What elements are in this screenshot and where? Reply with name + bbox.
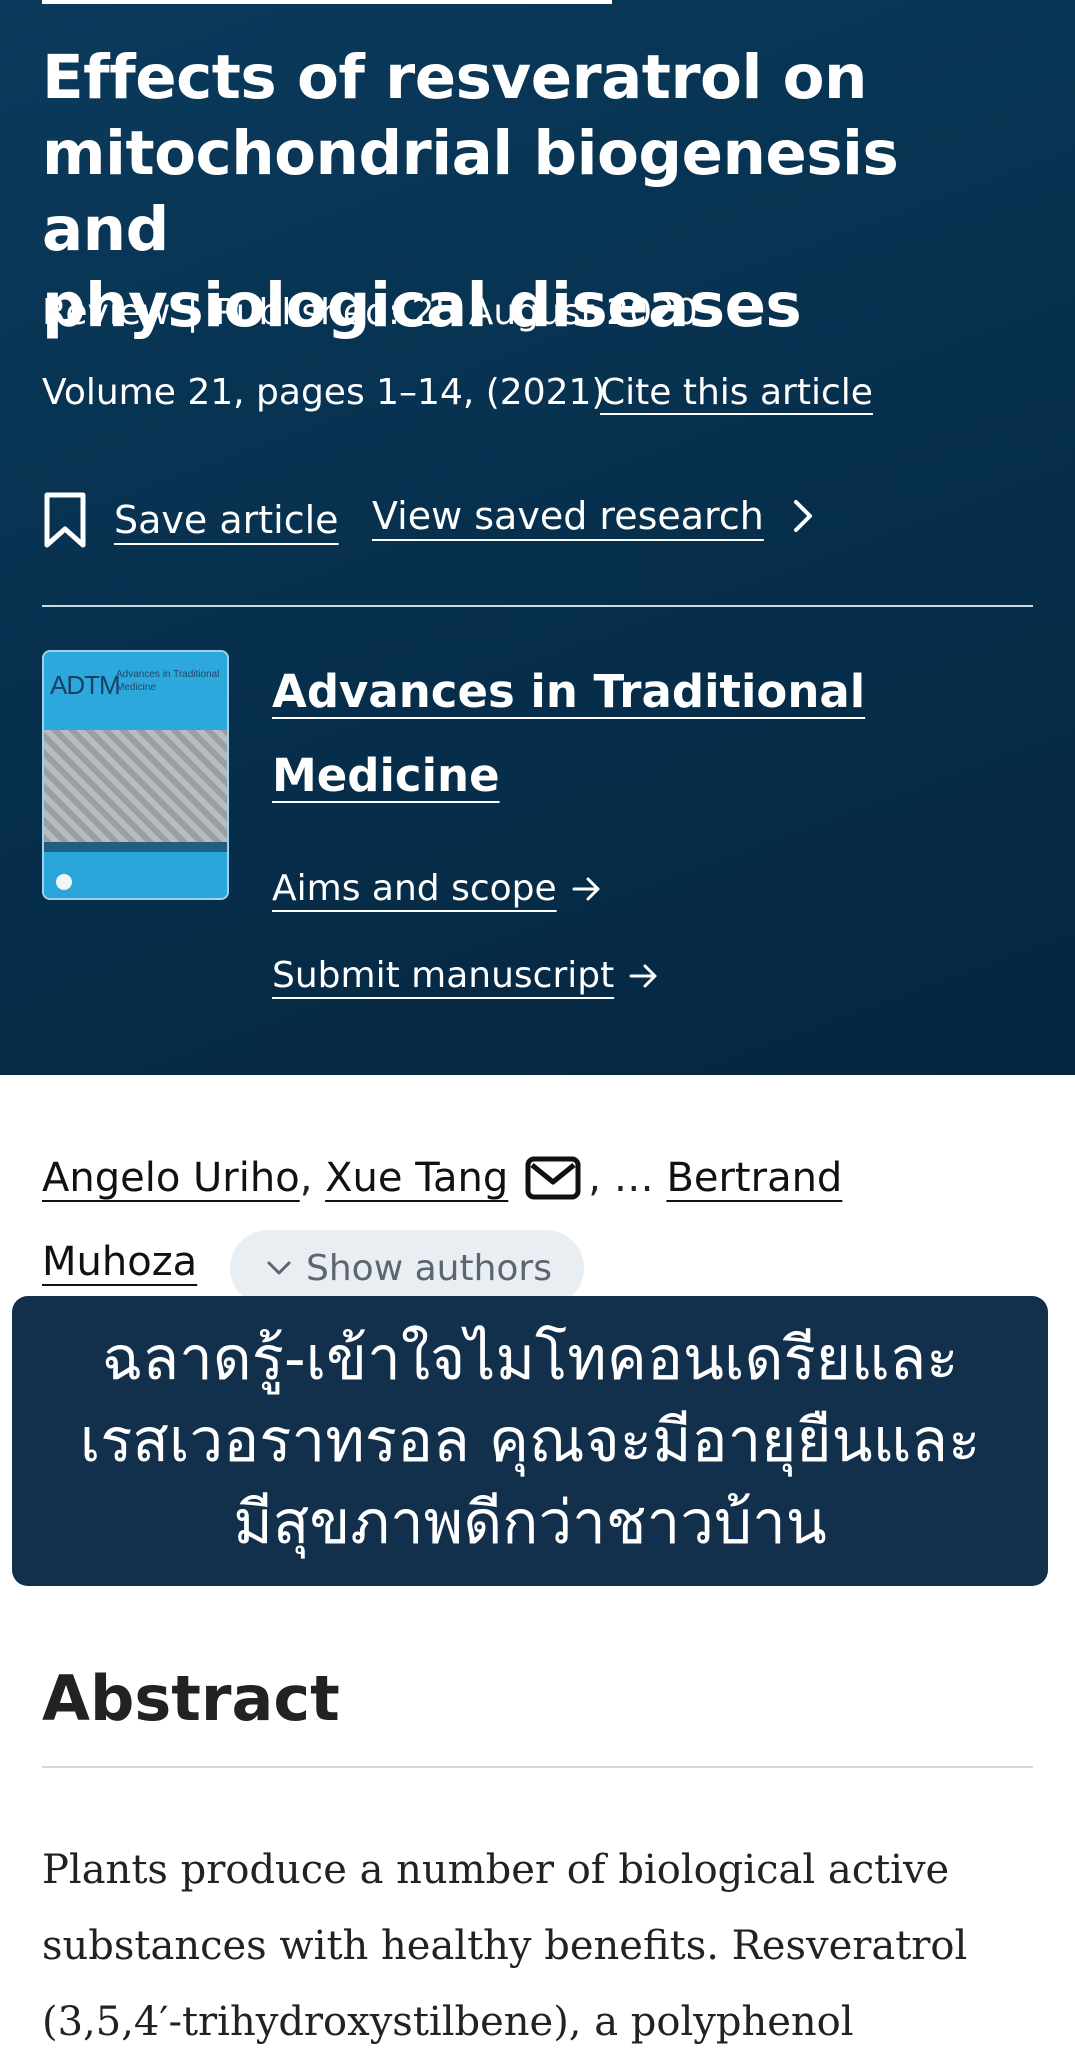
author-link-1[interactable]: Angelo Uriho bbox=[42, 1155, 300, 1201]
author-link-last-surname[interactable]: Muhoza bbox=[42, 1239, 197, 1285]
author-link-last[interactable]: Bertrand bbox=[666, 1155, 842, 1201]
abstract-divider bbox=[42, 1766, 1033, 1768]
author-link-2[interactable]: Xue Tang bbox=[325, 1155, 508, 1201]
arrow-right-icon bbox=[629, 964, 657, 987]
mail-icon[interactable] bbox=[524, 1155, 582, 1201]
abstract-line-2: substances with healthy benefits. Resver… bbox=[42, 1923, 968, 1969]
author-line-2: Muhoza bbox=[42, 1234, 197, 1290]
author-line-1: Angelo Uriho , Xue Tang , … Bertrand bbox=[42, 1155, 843, 1201]
article-meta: Review | Published: 25 August 2020 bbox=[42, 292, 698, 333]
view-saved-label: View saved research bbox=[372, 494, 764, 538]
journal-name-link[interactable]: Advances in Traditional Medicine bbox=[272, 650, 892, 818]
abstract-line-3: (3,5,4′-trihydroxystilbene), a polypheno… bbox=[42, 1999, 854, 2045]
chevron-down-icon bbox=[267, 1261, 291, 1275]
overlay-line-1: ฉลาดรู้-เข้าใจไมโทคอนเดรียและ bbox=[101, 1324, 959, 1394]
journal-cover-image[interactable]: ADTM Advances in Traditional Medicine bbox=[42, 650, 229, 900]
aims-and-scope-link[interactable]: Aims and scope bbox=[272, 868, 603, 909]
title-line-1: Effects of resveratrol on bbox=[42, 42, 867, 113]
header-divider bbox=[42, 605, 1033, 607]
cite-article-link[interactable]: Cite this article bbox=[600, 372, 873, 413]
abstract-text: Plants produce a number of biological ac… bbox=[42, 1832, 1042, 2048]
aims-and-scope-label: Aims and scope bbox=[272, 868, 557, 909]
cover-badge-icon bbox=[56, 874, 72, 890]
author-ellipsis: , … bbox=[588, 1155, 654, 1201]
cover-subtitle-text: Advances in Traditional Medicine bbox=[116, 669, 220, 693]
abstract-line-1: Plants produce a number of biological ac… bbox=[42, 1847, 950, 1893]
show-authors-button[interactable]: Show authors bbox=[230, 1230, 584, 1306]
article-type: Review bbox=[42, 292, 171, 333]
bookmark-icon bbox=[44, 492, 86, 548]
published-date: Published: 25 August 2020 bbox=[214, 292, 698, 333]
journal-name-line-1: Advances in Traditional bbox=[272, 665, 866, 718]
chevron-right-icon bbox=[793, 500, 812, 532]
article-header: Effects of resveratrol on mitochondrial … bbox=[0, 0, 1075, 1075]
overlay-line-3: มีสุขภาพดีกว่าชาวบ้าน bbox=[233, 1488, 827, 1558]
header-top-rule bbox=[42, 0, 612, 4]
arrow-right-icon bbox=[572, 877, 600, 900]
meta-separator: | bbox=[186, 292, 199, 333]
save-article-label: Save article bbox=[114, 498, 339, 542]
cover-dna-image bbox=[44, 730, 227, 842]
show-authors-label: Show authors bbox=[306, 1247, 552, 1289]
cover-brand-text: ADTM bbox=[50, 670, 121, 700]
abstract-heading: Abstract bbox=[42, 1662, 340, 1735]
title-line-2: mitochondrial biogenesis and bbox=[42, 118, 899, 265]
thai-caption-overlay: ฉลาดรู้-เข้าใจไมโทคอนเดรียและ เรสเวอราทร… bbox=[12, 1296, 1048, 1586]
submit-manuscript-label: Submit manuscript bbox=[272, 955, 615, 996]
overlay-line-2: เรสเวอราทรอล คุณจะมีอายุยืนและ bbox=[79, 1406, 981, 1476]
view-saved-research-link[interactable]: View saved research bbox=[372, 494, 816, 538]
save-article-button[interactable]: Save article bbox=[42, 490, 339, 550]
volume-info: Volume 21, pages 1–14, (2021) bbox=[42, 372, 606, 413]
journal-name-line-2: Medicine bbox=[272, 749, 500, 802]
submit-manuscript-link[interactable]: Submit manuscript bbox=[272, 955, 660, 996]
